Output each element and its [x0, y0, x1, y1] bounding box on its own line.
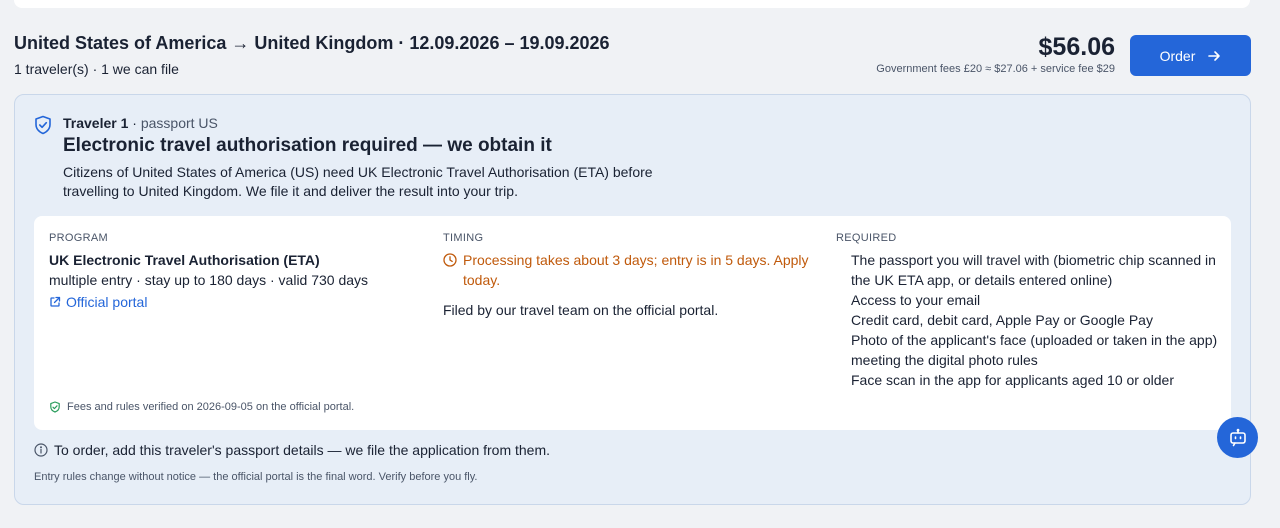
total-price: $56.06: [1038, 33, 1115, 61]
official-portal-link[interactable]: Official portal: [49, 292, 419, 312]
program-column: PROGRAM UK Electronic Travel Authorisati…: [49, 231, 419, 312]
list-item: Credit card, debit card, Apple Pay or Go…: [851, 312, 1153, 328]
timing-warning-row: Processing takes about 3 days; entry is …: [443, 250, 813, 290]
traveler-line: Traveler 1 · passport US: [63, 115, 218, 131]
rules-disclaimer: Entry rules change without notice — the …: [34, 471, 478, 483]
external-link-icon: [50, 296, 61, 307]
chat-bot-icon: [1229, 428, 1246, 446]
requirement-heading: Electronic travel authorisation required…: [63, 135, 552, 156]
verification-text: Fees and rules verified on 2026-09-05 on…: [67, 401, 355, 413]
timing-label: TIMING: [443, 232, 484, 244]
arrow-right-icon: [1208, 50, 1221, 61]
traveler-separator: ·: [128, 115, 141, 131]
fees-breakdown: Government fees £20 ≈ $27.06 + service f…: [876, 63, 1115, 75]
verification-note: Fees and rules verified on 2026-09-05 on…: [49, 401, 354, 413]
program-name: UK Electronic Travel Authorisation (ETA): [49, 252, 320, 268]
info-icon: [34, 443, 48, 457]
details-card: PROGRAM UK Electronic Travel Authorisati…: [34, 216, 1231, 430]
list-item: The passport you will travel with (biome…: [851, 252, 1216, 288]
previous-card-edge: [14, 0, 1250, 8]
program-details: multiple entry · stay up to 180 days · v…: [49, 272, 369, 288]
official-portal-label: Official portal: [66, 294, 148, 310]
trip-title: United States of America → United Kingdo…: [14, 33, 610, 53]
requirement-description: Citizens of United States of America (US…: [63, 164, 653, 199]
list-item: Photo of the applicant's face (uploaded …: [851, 332, 1218, 368]
filed-by-note: Filed by our travel team on the official…: [443, 302, 719, 318]
traveler-passport: passport US: [140, 115, 218, 131]
trip-subtitle: 1 traveler(s) · 1 we can file: [14, 61, 179, 77]
verified-shield-icon: [50, 401, 60, 413]
traveler-label: Traveler 1: [63, 115, 129, 131]
list-item: Face scan in the app for applicants aged…: [851, 372, 1174, 388]
order-instruction-text: To order, add this traveler's passport d…: [54, 442, 551, 458]
timing-column: TIMING Processing takes about 3 days; en…: [443, 231, 813, 320]
order-button-label: Order: [1159, 47, 1196, 64]
shield-check-icon: [35, 115, 51, 135]
required-label: REQUIRED: [836, 232, 897, 244]
order-button[interactable]: Order: [1130, 35, 1251, 76]
timing-warning: Processing takes about 3 days; entry is …: [463, 252, 809, 288]
clock-icon: [443, 253, 457, 267]
required-column: REQUIRED The passport you will travel wi…: [836, 231, 1221, 390]
required-list: The passport you will travel with (biome…: [836, 250, 1221, 390]
program-label: PROGRAM: [49, 232, 108, 244]
chat-assistant-button[interactable]: [1217, 417, 1258, 458]
traveler-panel: Traveler 1 · passport US Electronic trav…: [14, 94, 1251, 505]
order-instruction: To order, add this traveler's passport d…: [34, 442, 550, 458]
list-item: Access to your email: [851, 292, 981, 308]
